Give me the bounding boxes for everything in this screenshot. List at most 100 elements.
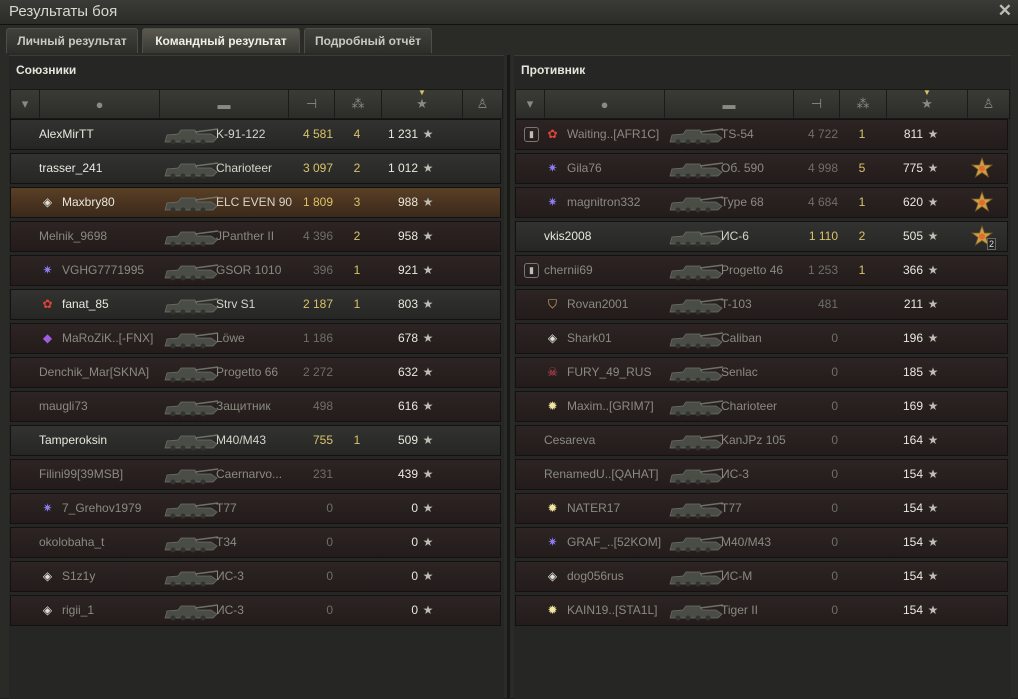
player-name[interactable]: NATER17	[567, 494, 666, 523]
player-name[interactable]: KAIN19..[STA1L]	[567, 596, 666, 625]
player-row[interactable]: ✹ KAIN19..[STA1L] Tiger II 0 154 ★	[515, 595, 1008, 626]
damage-column-icon[interactable]: ⊣	[794, 90, 840, 118]
player-row[interactable]: Filini99[39MSB] Caernarvo... 231 439 ★	[10, 459, 501, 490]
player-name[interactable]: VGHG7771995	[62, 256, 161, 285]
kills-column-icon[interactable]: ⁂	[335, 90, 382, 118]
player-name[interactable]: Cesareva	[544, 426, 666, 455]
xp-column-icon[interactable]: ▼ ★	[887, 88, 968, 118]
player-row[interactable]: trasser_241 Charioteer 3 097 2 1 012 ★	[10, 153, 501, 184]
player-row[interactable]: ☠ FURY_49_RUS Senlac 0 185 ★	[515, 357, 1008, 388]
xp-star-icon: ★	[422, 433, 434, 447]
kills-column-icon[interactable]: ⁂	[840, 90, 887, 118]
xp-value: 509	[397, 433, 418, 447]
player-name[interactable]: Rovan2001	[567, 290, 666, 319]
player-column-icon[interactable]: ●	[545, 90, 665, 118]
medal-column-icon[interactable]: ♙	[968, 90, 1009, 118]
player-name[interactable]: fanat_85	[62, 290, 161, 319]
player-row[interactable]: ◈ rigii_1 ИС-3 0 0 ★	[10, 595, 501, 626]
player-name[interactable]: S1z1y	[62, 562, 161, 591]
player-name[interactable]: AlexMirTT	[39, 120, 161, 149]
player-name[interactable]: chernii69	[544, 256, 666, 285]
player-row[interactable]: maugli73 Защитник 498 616 ★	[10, 391, 501, 422]
player-name[interactable]: GRAF_..[52KOM]	[567, 528, 666, 557]
player-row[interactable]: ◈ dog056rus ИС-М 0 154 ★	[515, 561, 1008, 592]
platoon-column-icon[interactable]: ▾	[11, 90, 40, 118]
platoon-column-icon[interactable]: ▾	[516, 90, 545, 118]
tank-icon	[666, 463, 724, 487]
player-row[interactable]: Melnik_9698 JPanther II 4 396 2 958 ★	[10, 221, 501, 252]
kills-value: 2	[353, 161, 361, 175]
player-name[interactable]: vkis2008	[544, 222, 666, 251]
medal-icon[interactable]	[970, 190, 994, 215]
player-row[interactable]: ◆ MaRoZiK..[-FNX] Löwe 1 186 678 ★	[10, 323, 501, 354]
player-row[interactable]: okolobaha_t T34 0 0 ★	[10, 527, 501, 558]
player-row[interactable]: ✷ magnitron332 Type 68 4 684 1 620 ★	[515, 187, 1008, 218]
tank-column-icon[interactable]: ▬	[160, 90, 289, 118]
clan-diamond-icon: ◈	[42, 603, 53, 617]
clan-purple-icon: ◆	[42, 331, 53, 345]
player-name[interactable]: okolobaha_t	[39, 528, 161, 557]
player-row[interactable]: ✷ GRAF_..[52KOM] M40/M43 0 154 ★	[515, 527, 1008, 558]
kills-value	[847, 392, 877, 421]
player-row[interactable]: ✹ NATER17 T77 0 154 ★	[515, 493, 1008, 524]
player-row[interactable]: RenamedU..[QAHAT] ИС-3 0 154 ★	[515, 459, 1008, 490]
xp-star-icon: ★	[927, 535, 939, 549]
player-name[interactable]: MaRoZiK..[-FNX]	[62, 324, 161, 353]
xp-value: 169	[902, 399, 923, 413]
player-row[interactable]: Denchik_Mar[SKNA] Progetto 66 2 272 632 ★	[10, 357, 501, 388]
player-row[interactable]: ▮ ✿ Waiting..[AFR1C] TS-54 4 722 1 811 ★	[515, 119, 1008, 150]
player-column-icon[interactable]: ●	[40, 90, 160, 118]
tab-team[interactable]: Командный результат	[142, 28, 300, 53]
player-name[interactable]: rigii_1	[62, 596, 161, 625]
tank-icon	[666, 327, 724, 351]
player-name[interactable]: Melnik_9698	[39, 222, 161, 251]
damage-column-icon[interactable]: ⊣	[289, 90, 335, 118]
player-row[interactable]: ◈ Shark01 Caliban 0 196 ★	[515, 323, 1008, 354]
player-row[interactable]: ✿ fanat_85 Strv S1 2 187 1 803 ★	[10, 289, 501, 320]
player-name[interactable]: Denchik_Mar[SKNA]	[39, 358, 161, 387]
player-row[interactable]: ✷ 7_Grehov1979 T77 0 0 ★	[10, 493, 501, 524]
clan-star-icon: ✷	[547, 161, 558, 175]
player-name[interactable]: trasser_241	[39, 154, 161, 183]
tank-column-icon[interactable]: ▬	[665, 90, 794, 118]
xp-star-icon: ★	[927, 433, 939, 447]
xp-value: 366	[902, 263, 923, 277]
xp-value: 154	[902, 501, 923, 515]
tab-detailed[interactable]: Подробный отчёт	[304, 28, 432, 53]
player-row[interactable]: ✷ Gila76 Об. 590 4 998 5 775 ★	[515, 153, 1008, 184]
player-name[interactable]: Tamperoksin	[39, 426, 161, 455]
player-name[interactable]: magnitron332	[567, 188, 666, 217]
player-name[interactable]: Filini99[39MSB]	[39, 460, 161, 489]
player-row[interactable]: ◈ S1z1y ИС-3 0 0 ★	[10, 561, 501, 592]
player-row[interactable]: ✹ Maxim..[GRIM7] Charioteer 0 169 ★	[515, 391, 1008, 422]
player-name[interactable]: Waiting..[AFR1C]	[567, 120, 666, 149]
player-name[interactable]: dog056rus	[567, 562, 666, 591]
close-icon[interactable]: ✕	[998, 1, 1012, 21]
tank-icon	[161, 565, 219, 589]
player-name[interactable]: FURY_49_RUS	[567, 358, 666, 387]
player-name[interactable]: Maxbry80	[62, 188, 161, 217]
player-row[interactable]: vkis2008 ИС-6 1 110 2 505 ★ 2	[515, 221, 1008, 252]
player-row[interactable]: Cesareva KanJPz 105 0 164 ★	[515, 425, 1008, 456]
player-row[interactable]: ▮ chernii69 Progetto 46 1 253 1 366 ★	[515, 255, 1008, 286]
player-row[interactable]: Tamperoksin M40/M43 755 1 509 ★	[10, 425, 501, 456]
xp-value: 154	[902, 535, 923, 549]
clan-flower-icon: ✿	[42, 297, 53, 311]
damage-value: 4 684	[807, 195, 838, 209]
player-row[interactable]: ⛉ Rovan2001 T-103 481 211 ★	[515, 289, 1008, 320]
player-name[interactable]: RenamedU..[QAHAT]	[544, 460, 666, 489]
medal-icon[interactable]: 2	[970, 224, 996, 250]
player-row[interactable]: ✷ VGHG7771995 GSOR 1010 396 1 921 ★	[10, 255, 501, 286]
kills-value	[342, 358, 372, 387]
player-row[interactable]: ◈ Maxbry80 ELC EVEN 90 1 809 3 988 ★	[10, 187, 501, 218]
player-name[interactable]: Maxim..[GRIM7]	[567, 392, 666, 421]
player-name[interactable]: Gila76	[567, 154, 666, 183]
player-row[interactable]: AlexMirTT K-91-122 4 581 4 1 231 ★	[10, 119, 501, 150]
player-name[interactable]: Shark01	[567, 324, 666, 353]
player-name[interactable]: maugli73	[39, 392, 161, 421]
medal-icon[interactable]	[970, 156, 994, 181]
medal-column-icon[interactable]: ♙	[463, 90, 502, 118]
xp-column-icon[interactable]: ▼ ★	[382, 88, 463, 118]
player-name[interactable]: 7_Grehov1979	[62, 494, 161, 523]
tab-personal[interactable]: Личный результат	[6, 28, 138, 53]
